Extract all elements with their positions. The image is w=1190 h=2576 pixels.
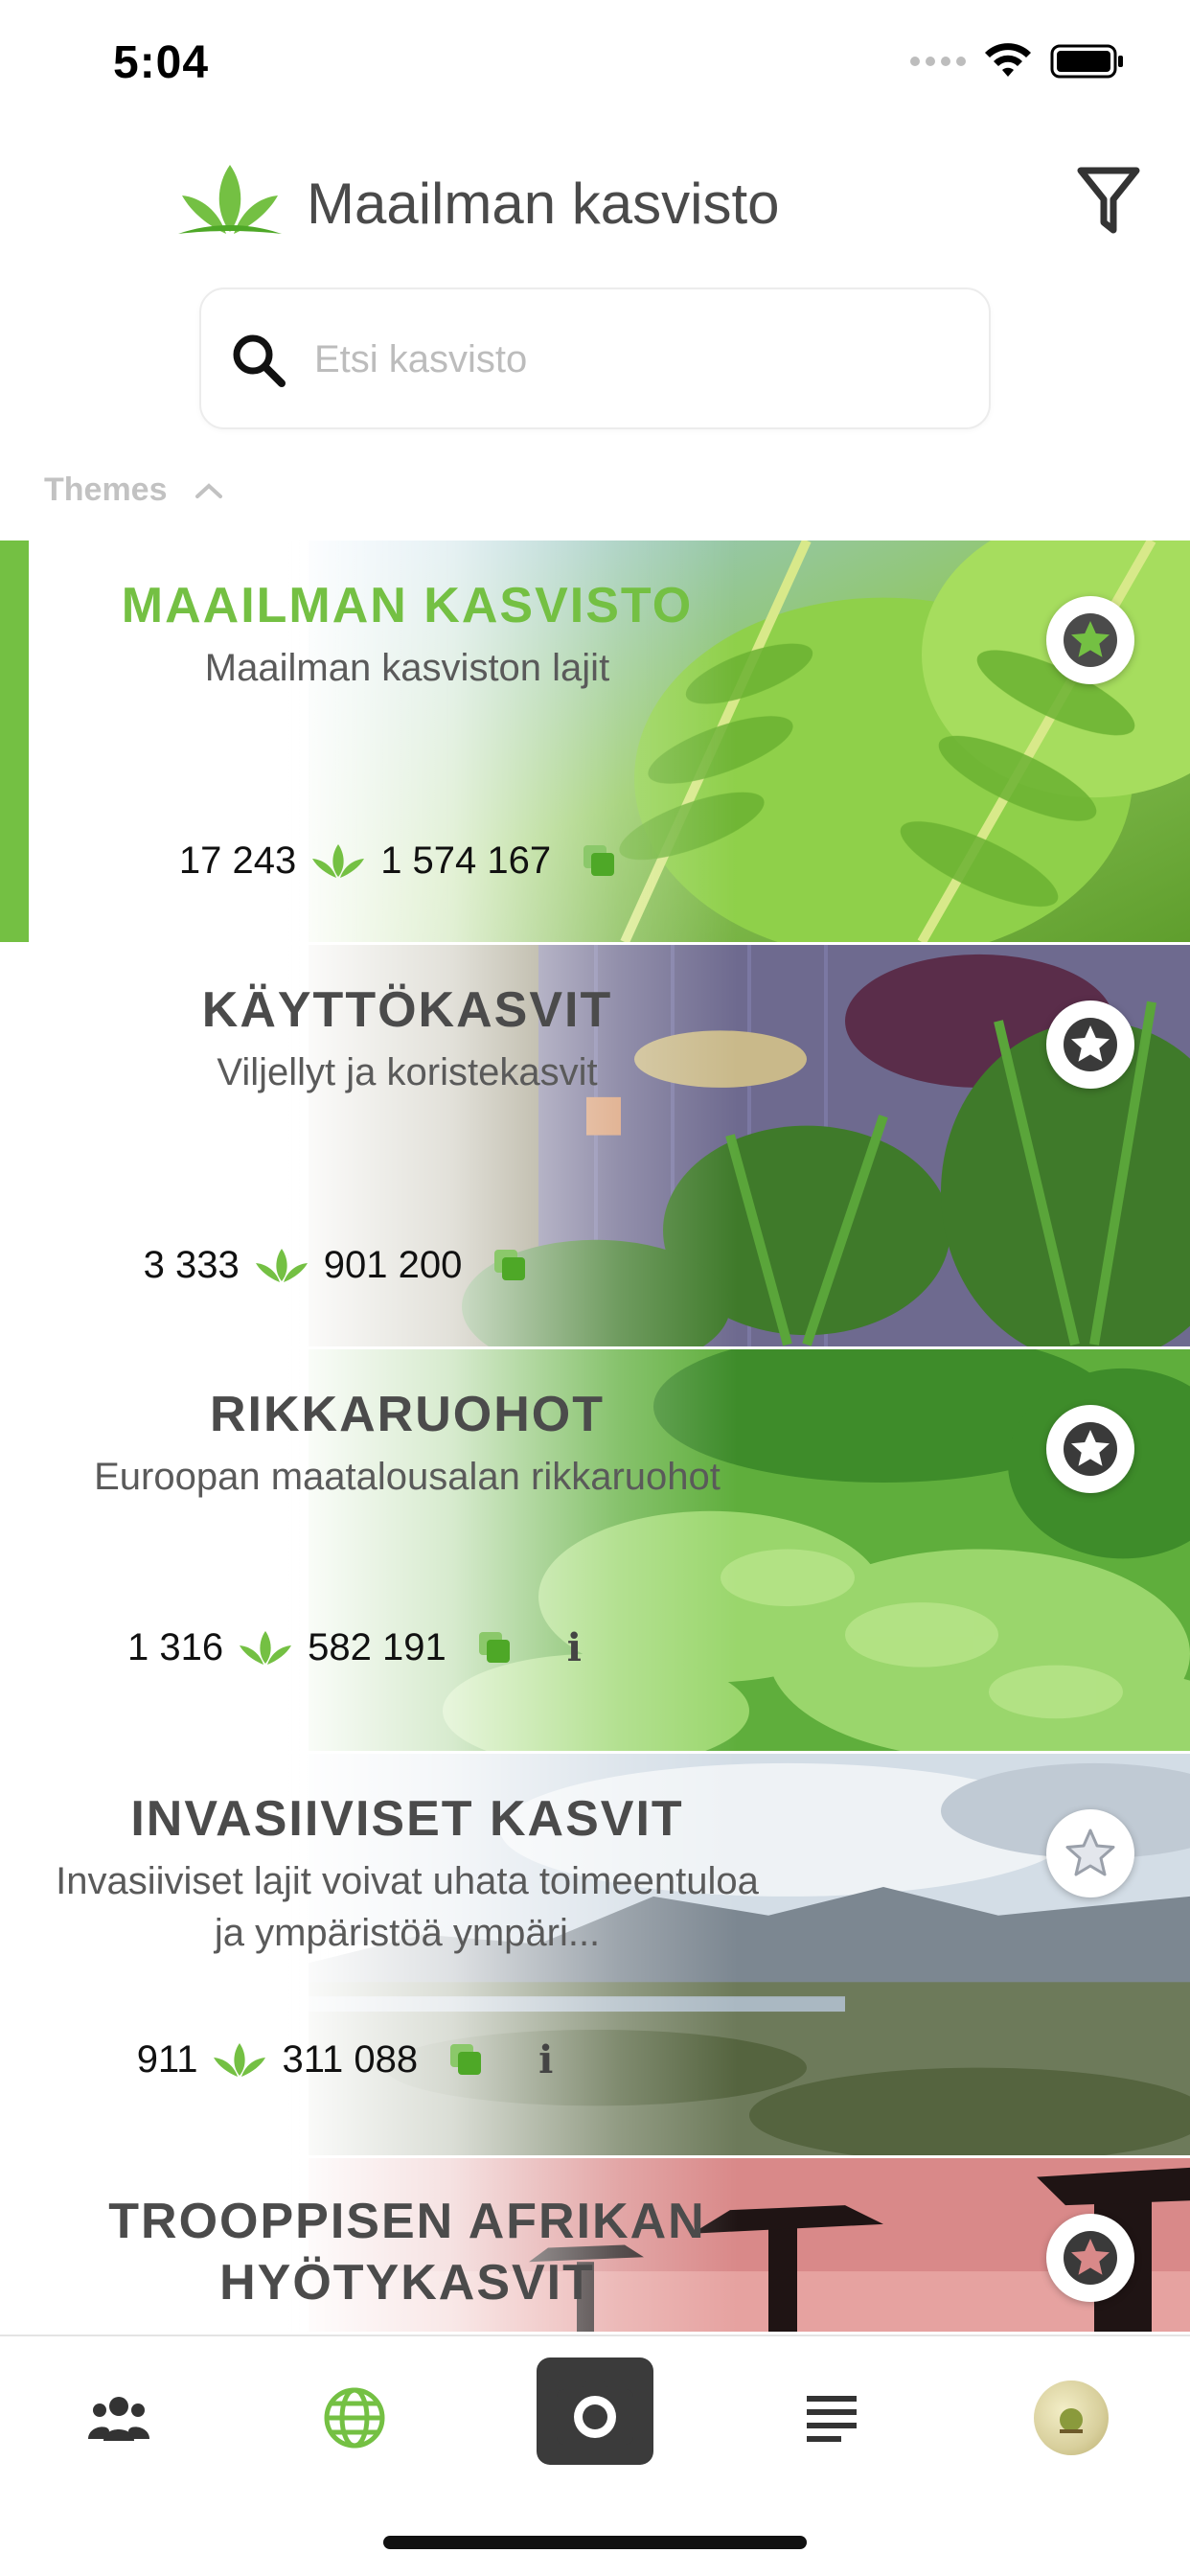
globe-icon <box>324 2387 385 2449</box>
theme-card-useful-plants[interactable]: KÄYTTÖKASVIT Viljellyt ja koristekasvit … <box>0 945 1190 1349</box>
image-count: 582 191 <box>308 1626 446 1668</box>
theme-card-world-flora[interactable]: MAAILMAN KASVISTO Maailman kasviston laj… <box>0 540 1190 945</box>
tab-community[interactable] <box>42 2336 195 2499</box>
theme-card-invasive-plants[interactable]: INVASIIVISET KASVIT Invasiiviset lajit v… <box>0 1754 1190 2158</box>
theme-stats: 1 316 582 191 i <box>0 1625 709 1670</box>
theme-title: RIKKARUOHOT <box>210 1387 605 1442</box>
theme-subtitle: Viljellyt ja koristekasvit <box>217 1051 598 1093</box>
chevron-up-icon <box>195 482 222 498</box>
theme-title: MAAILMAN KASVISTO <box>121 578 694 633</box>
image-count: 1 574 167 <box>380 840 552 882</box>
images-icon <box>478 1631 512 1665</box>
theme-subtitle: Invasiiviset lajit voivat uhata toimeent… <box>56 1860 759 1954</box>
list-icon <box>807 2396 857 2442</box>
camera-icon <box>557 2380 633 2445</box>
theme-card-tropical-africa[interactable]: TROOPPISEN AFRIKAN HYÖTYKASVIT <box>0 2158 1190 2334</box>
images-icon <box>450 2043 483 2077</box>
star-filled-icon <box>1064 1018 1117 1071</box>
species-count: 1 316 <box>127 1626 224 1668</box>
search-icon <box>233 334 286 387</box>
profile-avatar <box>1034 2380 1109 2455</box>
filter-button[interactable] <box>1075 163 1152 240</box>
favorite-button[interactable] <box>1046 1000 1134 1089</box>
species-count: 3 333 <box>143 1244 240 1286</box>
favorite-button[interactable] <box>1046 596 1134 684</box>
favorite-button[interactable] <box>1046 2214 1134 2302</box>
favorite-button[interactable] <box>1046 1809 1134 1898</box>
app-title: Maailman kasvisto <box>307 172 780 236</box>
plant-logo-icon <box>178 165 282 234</box>
status-time: 5:04 <box>113 37 210 88</box>
theme-title: TROOPPISEN AFRIKAN HYÖTYKASVIT <box>108 2194 706 2311</box>
wifi-icon <box>985 43 1031 77</box>
theme-card-weeds[interactable]: RIKKARUOHOT Euroopan maatalousalan rikka… <box>0 1349 1190 1754</box>
theme-stats: 911 311 088 i <box>0 2037 690 2082</box>
header: Maailman kasvisto <box>0 144 1190 268</box>
star-outline-icon <box>1065 1828 1115 1876</box>
images-icon <box>584 844 616 878</box>
themes-label: Themes <box>44 472 168 508</box>
themes-toggle[interactable]: Themes <box>44 472 223 509</box>
species-leaf-icon <box>240 1630 292 1665</box>
avatar-plant-icon <box>1060 2408 1083 2433</box>
species-leaf-icon <box>312 843 365 878</box>
image-count: 311 088 <box>282 2038 419 2081</box>
species-leaf-icon <box>214 2042 266 2077</box>
theme-title: INVASIIVISET KASVIT <box>130 1791 684 1847</box>
community-icon <box>88 2397 149 2441</box>
star-filled-icon <box>1064 1422 1117 1476</box>
battery-icon <box>1050 44 1123 79</box>
search-box[interactable] <box>199 288 991 429</box>
camera-button[interactable] <box>537 2358 653 2465</box>
theme-subtitle: Euroopan maatalousalan rikkaruohot <box>94 1456 721 1498</box>
species-count: 17 243 <box>178 840 297 882</box>
species-count: 911 <box>136 2038 198 2081</box>
status-bar: 5:04 <box>0 0 1190 129</box>
tab-profile[interactable] <box>995 2336 1148 2499</box>
theme-stats: 17 243 1 574 167 <box>0 840 795 883</box>
theme-stats: 3 333 901 200 <box>0 1244 671 1287</box>
star-filled-icon <box>1064 2231 1117 2285</box>
theme-title: KÄYTTÖKASVIT <box>201 982 613 1038</box>
star-filled-icon <box>1064 613 1117 667</box>
themes-list: MAAILMAN KASVISTO Maailman kasviston laj… <box>0 540 1190 2334</box>
status-icons <box>910 42 1125 80</box>
tab-globe[interactable] <box>278 2336 431 2499</box>
image-count: 901 200 <box>323 1244 463 1286</box>
signal-icon <box>910 57 966 66</box>
search-input[interactable] <box>314 328 966 391</box>
filter-icon <box>1077 167 1140 234</box>
home-indicator <box>383 2536 807 2549</box>
info-icon[interactable]: i <box>538 2037 553 2082</box>
theme-subtitle: Maailman kasviston lajit <box>204 647 610 689</box>
favorite-button[interactable] <box>1046 1405 1134 1493</box>
images-icon <box>494 1249 527 1282</box>
tab-list[interactable] <box>755 2336 908 2499</box>
info-icon[interactable]: i <box>567 1625 582 1670</box>
species-leaf-icon <box>255 1248 308 1282</box>
